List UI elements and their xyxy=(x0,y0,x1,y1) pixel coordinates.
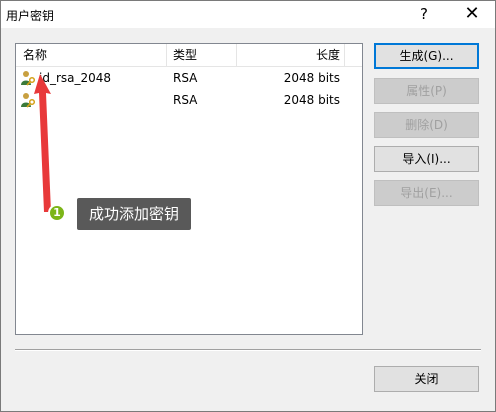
annotation-arrow xyxy=(34,74,51,212)
red-arrow-icon xyxy=(34,74,51,212)
annotation-callout: 成功添加密钥 xyxy=(77,198,191,230)
step-badge: 1 xyxy=(48,204,66,222)
